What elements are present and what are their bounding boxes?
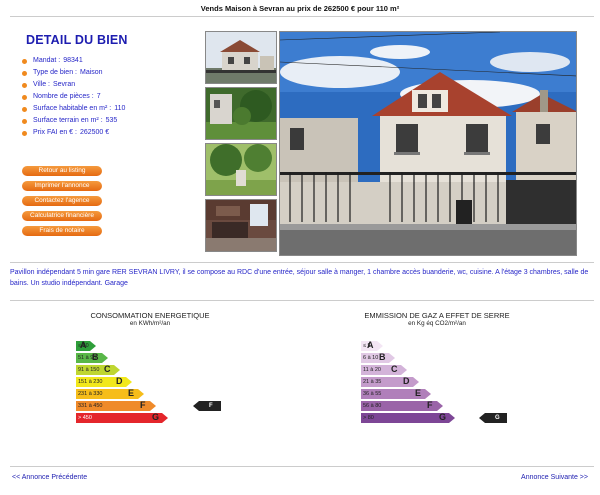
energy-scale: ≤ 50 A 51 à 90 B 91 à 150 C 151 à 230 D 231 à 33…: [76, 340, 236, 425]
info-item-pieces: Nombre de pièces :7: [22, 91, 125, 103]
gas-band-e: 36 à 55 E: [361, 388, 521, 399]
gas-band-range: 11 à 20: [363, 367, 381, 373]
gas-band-a: ≤ 5A: [361, 340, 521, 351]
gas-band-letter: C: [391, 364, 398, 374]
gas-band-letter: E: [415, 388, 422, 398]
previous-ad-link[interactable]: << Annonce Précédente: [12, 474, 87, 481]
energy-band-a: ≤ 50 A: [76, 340, 236, 351]
bullet-icon: [22, 130, 27, 136]
energy-band-letter: A: [80, 340, 87, 350]
gas-band-range: 6 à 10: [363, 355, 379, 361]
gas-title: EMMISSION DE GAZ A EFFET DE SERRE: [364, 311, 510, 320]
thumbnail-trees[interactable]: [205, 143, 277, 196]
energy-band-g: > 450 G: [76, 412, 236, 423]
info-item-type: Type de bien : Maison: [22, 67, 125, 79]
thumbnail-kitchen[interactable]: [205, 199, 277, 252]
info-item-prix: Prix FAI en € :262500 €: [22, 127, 125, 139]
bullet-icon: [22, 94, 27, 100]
info-item-surface: Surface habitable en m² :110: [22, 103, 125, 115]
detail-heading: DETAIL DU BIEN: [26, 33, 128, 47]
gas-band-letter: D: [403, 376, 410, 386]
energy-title: CONSOMMATION ENERGETIQUE: [90, 311, 210, 320]
gas-rating-marker: G: [479, 413, 507, 423]
bullet-icon: [22, 118, 27, 124]
energy-band-letter: G: [152, 412, 160, 422]
main-property-photo: [279, 31, 577, 256]
energy-band-b: 51 à 90 B: [76, 352, 236, 363]
energy-band-letter: F: [140, 400, 146, 410]
divider: [10, 16, 594, 17]
thumbnail-house-front[interactable]: [205, 31, 277, 84]
divider: [10, 466, 594, 467]
gas-band-range: 21 à 35: [363, 379, 382, 385]
gas-band-range: 36 à 55: [363, 391, 382, 397]
energy-rating-marker: F: [193, 401, 221, 411]
gas-band-letter: F: [427, 400, 433, 410]
energy-band-letter: B: [92, 352, 99, 362]
financial-calculator-button[interactable]: Calculatrice financière: [22, 211, 102, 221]
photo-thumbnails: [205, 31, 277, 255]
bullet-icon: [22, 58, 27, 64]
energy-band-c: 91 à 150 C: [76, 364, 236, 375]
page-title: Vends Maison à Sevran au prix de 262500 …: [200, 4, 400, 13]
energy-band-range: 331 à 450: [78, 403, 103, 409]
print-ad-button[interactable]: Imprimer l'annonce: [22, 181, 102, 191]
energy-band-letter: C: [104, 364, 111, 374]
gas-band-letter: A: [367, 340, 374, 350]
gas-band-range: 56 à 80: [363, 403, 382, 409]
gas-band-letter: G: [439, 412, 447, 422]
bullet-icon: [22, 70, 27, 76]
gas-band-range: > 80: [363, 415, 374, 421]
divider: [10, 262, 594, 263]
gas-band-b: 6 à 10 B: [361, 352, 521, 363]
gas-band-c: 11 à 20 C: [361, 364, 521, 375]
info-item-terrain: Surface terrain en m² :535: [22, 115, 125, 127]
property-description: Pavillon indépendant 5 min gare RER SEVR…: [10, 269, 589, 287]
gas-band-letter: B: [379, 352, 386, 362]
next-ad-link[interactable]: Annonce Suivante >>: [521, 474, 588, 481]
action-buttons: Retour au listing Imprimer l'annonce Con…: [22, 166, 102, 241]
property-info-list: Mandat :98341 Type de bien : Maison Ville…: [22, 55, 125, 139]
bullet-icon: [22, 106, 27, 112]
energy-band-letter: D: [116, 376, 123, 386]
gas-band-d: 21 à 35 D: [361, 376, 521, 387]
gas-band-f: 56 à 80 F: [361, 400, 521, 411]
thumbnail-garden[interactable]: [205, 87, 277, 140]
energy-band-e: 231 à 330 E: [76, 388, 236, 399]
bullet-icon: [22, 82, 27, 88]
gas-unit: en Kg éq CO2/m²/an: [408, 320, 466, 327]
energy-band-d: 151 à 230 D: [76, 376, 236, 387]
energy-band-range: > 450: [78, 415, 92, 421]
energy-band-range: 151 à 230: [78, 379, 103, 385]
energy-band-letter: E: [128, 388, 135, 398]
notary-fees-button[interactable]: Frais de notaire: [22, 226, 102, 236]
energy-band-range: 91 à 150: [78, 367, 100, 373]
energy-unit: en KWh/m²/an: [129, 320, 171, 327]
energy-band-range: 231 à 330: [78, 391, 103, 397]
divider: [10, 300, 594, 301]
back-to-listing-button[interactable]: Retour au listing: [22, 166, 102, 176]
info-item-mandat: Mandat :98341: [22, 55, 125, 67]
info-item-ville: Ville : Sevran: [22, 79, 125, 91]
contact-agency-button[interactable]: Contactez l'agence: [22, 196, 102, 206]
